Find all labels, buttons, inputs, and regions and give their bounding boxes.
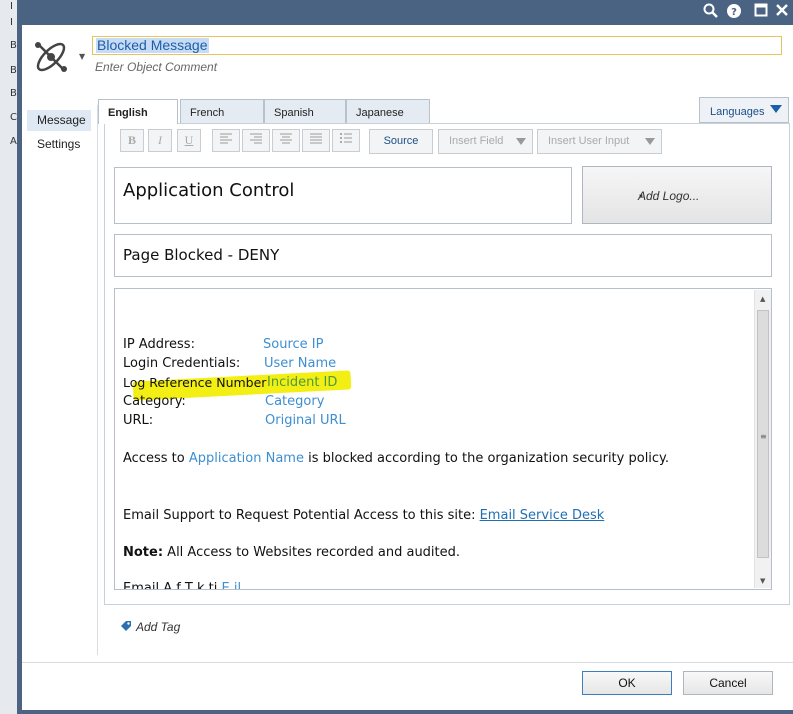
underline-button[interactable]: U — [177, 129, 201, 152]
bullet-list-icon[interactable] — [332, 129, 360, 152]
align-right-icon[interactable] — [242, 129, 270, 152]
body-partial-line: Email A f T k ti E il — [123, 581, 242, 590]
bold-button[interactable]: B — [120, 129, 144, 152]
italic-button[interactable]: I — [148, 129, 172, 152]
close-icon[interactable] — [773, 3, 791, 21]
grip-icon: ≡ — [760, 432, 767, 441]
help-icon[interactable]: ? — [725, 3, 743, 21]
bg-letter: B — [10, 65, 17, 76]
add-logo-button[interactable]: Add Logo... ▼ — [582, 166, 772, 224]
tab-spanish[interactable]: Spanish — [264, 99, 346, 123]
body-row-login-field[interactable]: User Name — [264, 356, 336, 371]
tag-icon — [121, 621, 131, 631]
tab-french[interactable]: French — [180, 99, 264, 123]
object-comment-field[interactable]: Enter Object Comment — [95, 60, 217, 74]
note-label: Note: — [123, 545, 164, 560]
add-tag-label: Add Tag — [136, 620, 181, 634]
justify-icon[interactable] — [302, 129, 330, 152]
chevron-down-icon — [770, 105, 782, 113]
body-row-ip-field[interactable]: Source IP — [263, 337, 323, 352]
email-prefix: Email Support to Request Potential Acces… — [123, 508, 480, 523]
nav-divider — [97, 105, 98, 655]
source-button[interactable]: Source — [369, 129, 433, 154]
bg-letter: B — [10, 40, 17, 51]
message-title-field[interactable]: Application Control — [114, 167, 572, 224]
insert-user-input-label: Insert User Input — [548, 135, 630, 147]
maximize-icon[interactable] — [752, 3, 770, 21]
chevron-down-icon: ▼ — [638, 194, 644, 200]
insert-field-button[interactable]: Insert Field — [438, 129, 533, 154]
align-center-icon[interactable] — [272, 129, 300, 152]
insert-user-input-button[interactable]: Insert User Input — [537, 129, 662, 154]
scroll-down-icon[interactable]: ▼ — [760, 577, 765, 585]
align-left-icon[interactable] — [212, 129, 240, 152]
body-access-line: Access to Application Name is blocked ac… — [123, 451, 669, 466]
bg-letter: B — [10, 88, 17, 99]
object-type-icon[interactable] — [31, 37, 71, 77]
dialog-window: ? ▼ Blocked Message Enter Object Comment — [17, 0, 793, 714]
search-icon[interactable] — [702, 3, 720, 21]
email-service-desk-link[interactable]: Email Service Desk — [480, 508, 605, 523]
partial-text: Email A f T k ti — [123, 581, 218, 590]
access-prefix: Access to — [123, 451, 189, 466]
bg-letter: I — [10, 1, 13, 12]
chevron-down-icon — [645, 138, 655, 145]
body-row-category-field[interactable]: Category — [265, 394, 324, 409]
body-row-logref-label: Log Reference Number — [123, 375, 267, 390]
body-row-url-label: URL: — [123, 413, 154, 428]
body-row-url-field[interactable]: Original URL — [265, 413, 346, 428]
tab-japanese[interactable]: Japanese — [346, 99, 430, 123]
body-row-category-label: Category: — [123, 394, 186, 409]
dialog-body: ▼ Blocked Message Enter Object Comment M… — [22, 25, 793, 710]
bg-letter: C — [10, 112, 17, 123]
insert-field-label: Insert Field — [449, 135, 504, 147]
languages-button[interactable]: Languages — [699, 97, 789, 123]
footer-divider — [22, 662, 793, 663]
body-row-login-label: Login Credentials: — [123, 356, 241, 371]
object-name-text: Blocked Message — [96, 37, 209, 53]
bg-letter: A — [10, 136, 17, 147]
message-subtitle-text: Page Blocked - DENY — [123, 246, 280, 264]
languages-label: Languages — [710, 106, 765, 118]
access-suffix: is blocked according to the organization… — [303, 451, 670, 466]
application-name-field[interactable]: Application Name — [189, 451, 304, 466]
scroll-up-icon[interactable]: ▲ — [760, 295, 765, 303]
object-name-input[interactable]: Blocked Message — [92, 36, 782, 55]
svg-text:?: ? — [731, 7, 737, 18]
add-tag-link[interactable]: Add Tag — [120, 620, 180, 634]
ok-button[interactable]: OK — [582, 671, 672, 695]
partial-link[interactable]: E il — [222, 581, 242, 589]
nav-item-message[interactable]: Message — [27, 110, 91, 131]
bg-letter: I — [10, 17, 13, 28]
body-row-ip-label: IP Address: — [123, 337, 195, 352]
message-body-editor[interactable]: IP Address: Source IP Login Credentials:… — [114, 288, 772, 590]
title-bar: ? — [17, 0, 793, 25]
object-type-dropdown-icon[interactable]: ▼ — [79, 52, 85, 61]
cancel-button[interactable]: Cancel — [683, 671, 773, 695]
message-subtitle-field[interactable]: Page Blocked - DENY — [114, 234, 772, 277]
tab-english[interactable]: English — [98, 99, 178, 124]
body-row-logref-field[interactable]: Incident ID — [267, 375, 337, 390]
chevron-down-icon — [516, 138, 526, 145]
body-scrollbar[interactable]: ▲ ≡ ▼ — [754, 290, 771, 588]
note-text: All Access to Websites recorded and audi… — [163, 545, 461, 560]
body-note-line: Note: All Access to Websites recorded an… — [123, 545, 460, 560]
nav-item-settings[interactable]: Settings — [27, 134, 91, 155]
message-title-text: Application Control — [123, 180, 295, 201]
body-email-line: Email Support to Request Potential Acces… — [123, 508, 604, 523]
